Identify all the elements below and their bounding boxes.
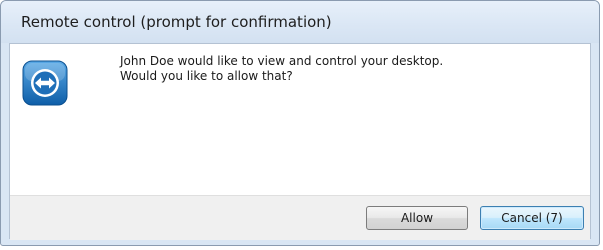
message-line-1: John Doe would like to view and control … [120, 54, 444, 68]
message-line-2: Would you like to allow that? [120, 69, 293, 83]
confirmation-message: John Doe would like to view and control … [120, 54, 443, 84]
dialog-window: Remote control (prompt for confirmation)… [0, 0, 600, 246]
cancel-button[interactable]: Cancel (7) [480, 206, 584, 230]
window-title: Remote control (prompt for confirmation) [21, 13, 332, 31]
teamviewer-logo-icon [22, 60, 68, 106]
title-bar[interactable]: Remote control (prompt for confirmation) [1, 1, 599, 43]
dialog-client-area: John Doe would like to view and control … [9, 43, 591, 240]
allow-button[interactable]: Allow [366, 206, 468, 230]
button-bar: Allow Cancel (7) [10, 195, 590, 240]
dialog-content: John Doe would like to view and control … [10, 44, 590, 195]
